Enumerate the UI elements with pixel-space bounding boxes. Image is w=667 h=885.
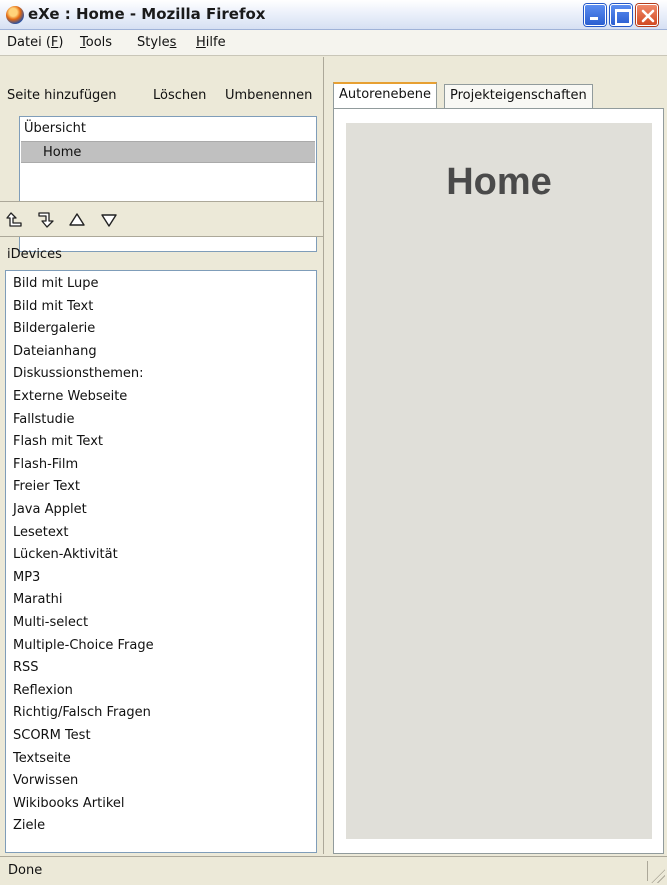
tab-authoring[interactable]: Autorenebene — [333, 82, 437, 108]
menu-tools-suffix: ools — [85, 35, 113, 50]
menu-bar: Datei (F) Tools Styles Hilfe — [0, 30, 667, 56]
delete-page-button[interactable]: Löschen — [153, 88, 206, 103]
add-page-button[interactable]: Seite hinzufügen — [7, 88, 117, 103]
idevice-item[interactable]: Vorwissen — [13, 770, 78, 792]
idevice-item[interactable]: Reflexion — [13, 680, 73, 702]
idevice-item[interactable]: Flash-Film — [13, 454, 78, 476]
idevice-item[interactable]: Textseite — [13, 748, 71, 770]
idevice-item[interactable]: Bild mit Lupe — [13, 273, 99, 295]
idevice-item[interactable]: Multiple-Choice Frage — [13, 635, 154, 657]
outline-arrow-toolbar — [0, 201, 323, 237]
minimize-icon — [585, 5, 605, 25]
status-divider — [647, 861, 648, 881]
editor-content: Home — [333, 108, 664, 854]
idevice-item[interactable]: Freier Text — [13, 476, 80, 498]
idevice-item[interactable]: Lücken-Aktivität — [13, 544, 118, 566]
idevice-item[interactable]: Bild mit Text — [13, 296, 93, 318]
minimize-button[interactable] — [584, 4, 606, 26]
menu-hilfe-suffix: ilfe — [205, 35, 226, 50]
idevice-item[interactable]: Fallstudie — [13, 409, 74, 431]
browser-window: eXe : Home - Mozilla Firefox Datei (F) T… — [0, 0, 667, 885]
close-button[interactable] — [636, 4, 658, 26]
window-title: eXe : Home - Mozilla Firefox — [28, 5, 266, 23]
idevice-item[interactable]: Ziele — [13, 815, 45, 837]
editor-panel: Autorenebene Projekteigenschaften Home — [325, 57, 667, 854]
move-down-icon[interactable] — [99, 210, 119, 230]
status-bar: Done — [0, 856, 667, 885]
menu-datei-suffix: ) — [58, 35, 64, 50]
idevice-item[interactable]: Bildergalerie — [13, 318, 95, 340]
maximize-button[interactable] — [610, 4, 632, 26]
tree-item-overview[interactable]: Übersicht — [22, 118, 312, 140]
tree-item-home[interactable]: Home — [21, 141, 315, 163]
idevice-item[interactable]: Richtig/Falsch Fragen — [13, 702, 151, 724]
idevice-item[interactable]: Diskussionsthemen: — [13, 363, 144, 385]
move-up-icon[interactable] — [67, 210, 87, 230]
idevice-item[interactable]: Multi-select — [13, 612, 88, 634]
idevice-item[interactable]: Externe Webseite — [13, 386, 127, 408]
idevice-item[interactable]: Lesetext — [13, 522, 68, 544]
rename-page-button[interactable]: Umbenennen — [225, 88, 312, 103]
idevice-item[interactable]: Wikibooks Artikel — [13, 793, 125, 815]
menu-styles-accel: s — [169, 35, 177, 50]
outline-toolbar: Seite hinzufügen Löschen Umbenennen — [0, 57, 324, 111]
menu-tools[interactable]: Tools — [80, 35, 112, 50]
promote-icon[interactable] — [5, 210, 25, 230]
close-icon — [641, 9, 655, 23]
status-text: Done — [8, 863, 43, 878]
idevice-item[interactable]: MP3 — [13, 567, 40, 589]
idevices-list: Bild mit Lupe Bild mit Text Bildergalerie D… — [5, 270, 317, 853]
menu-styles-label: Style — [137, 35, 170, 50]
idevice-item[interactable]: Flash mit Text — [13, 431, 103, 453]
idevice-item[interactable]: Marathi — [13, 589, 62, 611]
idevice-item[interactable]: Java Applet — [13, 499, 87, 521]
menu-hilfe[interactable]: Hilfe — [196, 35, 226, 50]
title-bar[interactable]: eXe : Home - Mozilla Firefox — [0, 0, 667, 30]
idevice-item[interactable]: Dateianhang — [13, 341, 97, 363]
idevices-label: iDevices — [7, 247, 62, 262]
menu-hilfe-accel: H — [196, 35, 206, 50]
menu-datei-label: Datei ( — [7, 35, 51, 50]
idevice-item[interactable]: RSS — [13, 657, 39, 679]
tab-project-properties[interactable]: Projekteigenschaften — [444, 84, 593, 108]
page-heading[interactable]: Home — [346, 161, 652, 204]
maximize-icon — [611, 5, 631, 25]
firefox-icon — [6, 6, 24, 24]
idevice-item[interactable]: SCORM Test — [13, 725, 91, 747]
resize-grip-icon[interactable] — [651, 869, 665, 883]
page-preview: Home — [346, 123, 652, 839]
outline-panel: Seite hinzufügen Löschen Umbenennen Über… — [0, 57, 324, 854]
menu-datei[interactable]: Datei (F) — [7, 35, 63, 50]
menu-styles[interactable]: Styles — [137, 35, 176, 50]
demote-icon[interactable] — [36, 210, 56, 230]
